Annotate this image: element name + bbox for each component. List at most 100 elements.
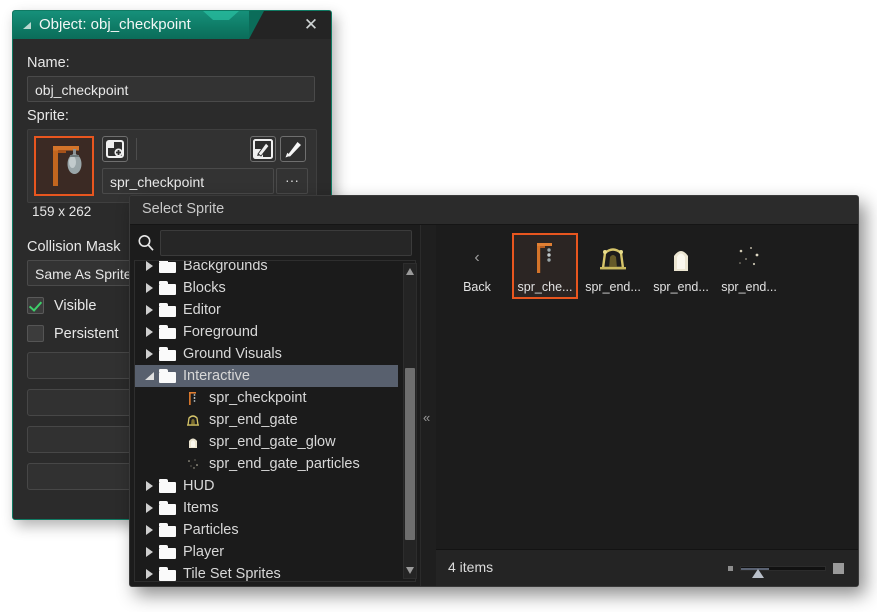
- chevron-right-icon[interactable]: [141, 569, 157, 579]
- new-sprite-icon[interactable]: [102, 136, 128, 162]
- chevron-right-icon[interactable]: [141, 525, 157, 535]
- tree-row[interactable]: Backgrounds: [135, 260, 398, 277]
- select-sprite-dialog: Select Sprite Backgrounds Blocks Editor For…: [129, 195, 859, 587]
- grid-item-checkpoint[interactable]: spr_che...: [512, 233, 578, 299]
- chevron-right-icon[interactable]: [141, 547, 157, 557]
- tree-scrollbar[interactable]: [403, 263, 417, 579]
- tree-scrollbar-thumb[interactable]: [405, 368, 415, 540]
- tree-row[interactable]: Editor: [135, 299, 398, 321]
- tree-row[interactable]: Particles: [135, 519, 398, 541]
- grid-back-label: Back: [463, 280, 491, 294]
- chevron-right-icon[interactable]: [141, 283, 157, 293]
- sprite-particles-icon: [729, 239, 769, 277]
- sprite-gate-icon: [593, 239, 633, 277]
- folder-icon: [159, 369, 177, 383]
- sprite-checkpoint-icon: [53, 146, 82, 186]
- tree-row[interactable]: Interactive: [135, 365, 398, 387]
- search-row: [130, 227, 420, 259]
- search-input[interactable]: [160, 230, 412, 256]
- grid-back-button[interactable]: ‹ Back: [444, 233, 510, 299]
- tree-row[interactable]: Blocks: [135, 277, 398, 299]
- select-sprite-content: Backgrounds Blocks Editor Foreground Ground …: [130, 225, 858, 586]
- tree-row-label: Player: [183, 544, 225, 560]
- sprite-grid-area: ‹ Back spr_che... spr_end... spr_end... …: [436, 225, 858, 550]
- sprite-grid-pane: ‹ Back spr_che... spr_end... spr_end... …: [436, 225, 858, 586]
- folder-icon: [159, 281, 177, 295]
- tree-row[interactable]: spr_end_gate: [135, 409, 398, 431]
- chevron-down-icon[interactable]: [141, 372, 157, 380]
- object-window-title: Object: obj_checkpoint: [39, 16, 191, 33]
- object-window-titlebar: Object: obj_checkpoint ✕: [13, 11, 331, 39]
- tree-row-label: Interactive: [183, 368, 250, 384]
- zoom-slider-thumb[interactable]: [752, 569, 764, 578]
- tree-row-label: Editor: [183, 302, 221, 318]
- sprite-browse-button[interactable]: ···: [276, 168, 308, 194]
- object-name-input[interactable]: obj_checkpoint: [27, 76, 315, 102]
- close-icon[interactable]: ✕: [301, 15, 321, 35]
- persistent-checkbox[interactable]: [27, 325, 44, 342]
- sprite-thumbnail[interactable]: [34, 136, 94, 196]
- tree-row-label: spr_end_gate: [209, 412, 298, 428]
- tree-row-label: Ground Visuals: [183, 346, 282, 362]
- folder-icon: [159, 501, 177, 515]
- edit-image-icon[interactable]: [250, 136, 276, 162]
- paint-brush-icon[interactable]: [280, 136, 306, 162]
- tree-row-label: Backgrounds: [183, 260, 268, 274]
- zoom-small-icon: [728, 566, 733, 571]
- tree-row[interactable]: spr_end_gate_glow: [135, 431, 398, 453]
- grid-item-label: spr_end...: [721, 280, 777, 294]
- tree-row[interactable]: Player: [135, 541, 398, 563]
- tree-row[interactable]: spr_end_gate_particles: [135, 453, 398, 475]
- folder-icon: [159, 325, 177, 339]
- select-sprite-status-bar: 4 items: [436, 549, 858, 586]
- folder-icon: [159, 261, 177, 273]
- select-sprite-titlebar: Select Sprite: [130, 196, 858, 225]
- sprite-checkpoint-icon: [185, 390, 203, 406]
- tree-row[interactable]: Tile Set Sprites: [135, 563, 398, 582]
- scroll-up-icon[interactable]: [406, 268, 414, 275]
- scroll-down-icon[interactable]: [406, 567, 414, 574]
- tree-row-label: spr_checkpoint: [209, 390, 307, 406]
- chevron-right-icon[interactable]: [141, 503, 157, 513]
- folder-icon: [159, 545, 177, 559]
- sprite-glow-icon: [661, 239, 701, 277]
- folder-icon: [159, 303, 177, 317]
- tree-row-label: Foreground: [183, 324, 258, 340]
- name-label: Name:: [27, 55, 70, 71]
- select-sprite-title: Select Sprite: [142, 201, 225, 217]
- tree-row-label: Tile Set Sprites: [183, 566, 281, 582]
- chevron-right-icon[interactable]: [141, 261, 157, 271]
- tree-row-label: Items: [183, 500, 219, 516]
- chevron-right-icon[interactable]: [141, 327, 157, 337]
- tree-row[interactable]: Ground Visuals: [135, 343, 398, 365]
- grid-item-end-gate[interactable]: spr_end...: [580, 233, 646, 299]
- tree-row-label: spr_end_gate_particles: [209, 456, 360, 472]
- tree-row[interactable]: HUD: [135, 475, 398, 497]
- chevron-right-icon[interactable]: [141, 349, 157, 359]
- visible-checkbox[interactable]: [27, 297, 44, 314]
- collapse-left-icon[interactable]: «: [423, 410, 430, 425]
- visible-label: Visible: [54, 297, 97, 314]
- grid-item-end-gate-glow[interactable]: spr_end...: [648, 233, 714, 299]
- zoom-slider[interactable]: [728, 561, 844, 578]
- tree-row[interactable]: Items: [135, 497, 398, 519]
- tree-row-label: Blocks: [183, 280, 226, 296]
- sprite-checkpoint-icon: [525, 239, 565, 277]
- collapse-caret-icon[interactable]: [23, 22, 31, 29]
- tree-row-label: spr_end_gate_glow: [209, 434, 336, 450]
- folder-icon: [159, 479, 177, 493]
- grid-item-label: spr_che...: [517, 280, 573, 294]
- sprite-tree-pane: Backgrounds Blocks Editor Foreground Ground …: [130, 225, 420, 586]
- sprite-name-input[interactable]: spr_checkpoint: [102, 168, 274, 194]
- tree-row-label: Particles: [183, 522, 239, 538]
- chevron-right-icon[interactable]: [141, 305, 157, 315]
- sprite-size-label: 159 x 262: [32, 204, 92, 219]
- search-icon[interactable]: [136, 233, 156, 253]
- tree-row[interactable]: spr_checkpoint: [135, 387, 398, 409]
- chevron-right-icon[interactable]: [141, 481, 157, 491]
- grid-item-end-gate-particles[interactable]: spr_end...: [716, 233, 782, 299]
- sprite-label: Sprite:: [27, 108, 69, 124]
- folder-icon: [159, 523, 177, 537]
- folder-icon: [159, 347, 177, 361]
- tree-row[interactable]: Foreground: [135, 321, 398, 343]
